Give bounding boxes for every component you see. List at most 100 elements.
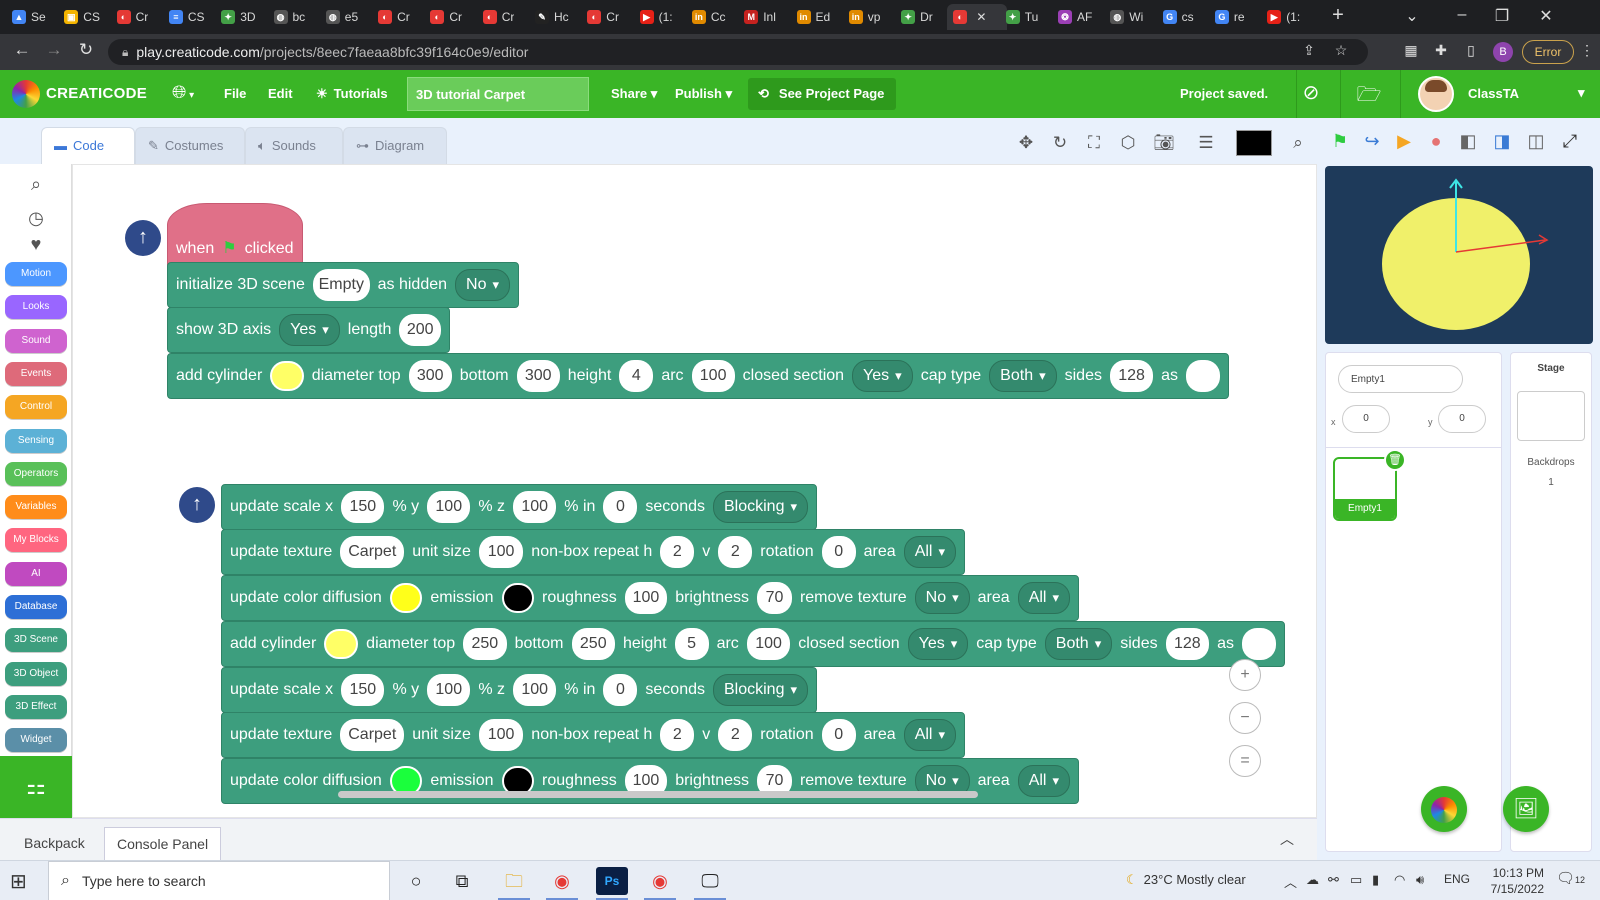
tray-cloud-icon[interactable]: ☁ — [1306, 872, 1319, 888]
backpack-tab[interactable]: Backpack — [12, 827, 97, 861]
bookmark-star-icon[interactable]: ☆ — [1330, 42, 1352, 59]
file-menu[interactable]: File — [224, 86, 246, 101]
diffusion-color-swatch[interactable] — [389, 583, 423, 613]
collapse-script-arrow-icon[interactable]: ↑ — [125, 220, 161, 256]
stop-icon[interactable]: ● — [1423, 128, 1449, 154]
category-widget[interactable]: Widget — [5, 728, 67, 753]
tab-costumes[interactable]: ✎ Costumes — [135, 127, 245, 164]
browser-tab[interactable]: ◐ Cr — [111, 4, 163, 30]
area-dropdown[interactable]: All — [1017, 582, 1070, 614]
scale-z-input[interactable]: 100 — [513, 491, 557, 523]
cap-type-dropdown[interactable]: Both — [1044, 628, 1113, 660]
as-name-input[interactable] — [1185, 360, 1220, 392]
category-motion[interactable]: Motion — [5, 262, 67, 286]
profile-avatar[interactable]: B — [1493, 42, 1513, 62]
fullscreen-icon[interactable]: ⤢ — [1557, 128, 1583, 154]
find-icon[interactable]: ⌕ — [1284, 129, 1312, 157]
tab-diagram[interactable]: ⊶ Diagram — [343, 127, 447, 164]
task-view-icon[interactable]: ⧉ — [446, 867, 478, 895]
forward-icon[interactable]: → — [42, 40, 66, 60]
scale-z-input[interactable]: 100 — [513, 674, 557, 706]
browser-tab[interactable]: ✦ 3D — [215, 4, 267, 30]
collapse-script-arrow-icon[interactable]: ↑ — [179, 487, 215, 523]
browser-tab[interactable]: M Inl — [738, 4, 790, 30]
normal-stage-icon[interactable]: ◨ — [1489, 128, 1515, 154]
browser-tab[interactable]: ◍ e5 — [320, 4, 372, 30]
minimize-icon[interactable]: – — [1450, 6, 1474, 24]
seconds-input[interactable]: 0 — [603, 491, 638, 523]
texture-name-input[interactable]: Carpet — [340, 719, 405, 751]
folder-icon[interactable]: 🗁︎ — [1354, 80, 1384, 108]
unit-size-input[interactable]: 100 — [478, 536, 524, 568]
taskbar-search-input[interactable]: ⌕ Type here to search — [48, 861, 390, 900]
zoom-reset-icon[interactable]: = — [1229, 745, 1261, 777]
category-ai[interactable]: AI — [5, 561, 67, 586]
category-control[interactable]: Control — [5, 395, 67, 420]
browser-tab[interactable]: ≡ CS — [163, 4, 215, 30]
close-window-icon[interactable]: ✕ — [1534, 6, 1558, 26]
share-arrow-icon[interactable]: ↪ — [1359, 128, 1385, 154]
height-input[interactable]: 5 — [674, 628, 709, 660]
volume-icon[interactable]: 🔊︎ — [1416, 872, 1424, 888]
share-menu[interactable]: Share ▾ — [611, 86, 657, 102]
update-scale-block[interactable]: update scale x 150 % y 100 % z 100 % in … — [221, 484, 817, 530]
browser-tab[interactable]: Gre — [1209, 4, 1261, 30]
browser-menu-icon[interactable]: ⋮ — [1576, 42, 1598, 59]
add-backdrop-icon[interactable]: 🖼︎ — [1503, 786, 1549, 832]
language-indicator[interactable]: ENG — [1444, 872, 1470, 886]
language-globe-icon[interactable]: 🌐︎ ▾ — [172, 82, 194, 103]
publish-menu[interactable]: Publish ▾ — [675, 86, 732, 102]
align-icon[interactable]: ☰ — [1192, 129, 1220, 157]
back-icon[interactable]: ← — [10, 40, 34, 60]
scale-y-input[interactable]: 100 — [427, 491, 471, 523]
closed-section-dropdown[interactable]: Yes — [852, 360, 913, 392]
diameter-top-input[interactable]: 250 — [463, 628, 507, 660]
green-flag-icon[interactable]: ⚑ — [1327, 128, 1353, 154]
arc-input[interactable]: 100 — [746, 628, 791, 660]
texture-name-input[interactable]: Carpet — [340, 536, 405, 568]
browser-tab[interactable]: ▶ (1: — [634, 4, 686, 30]
blocking-dropdown[interactable]: Blocking — [713, 491, 809, 523]
hidden-dropdown[interactable]: No — [455, 269, 510, 301]
chevron-up-icon[interactable]: ︿ — [1280, 829, 1294, 849]
browser-tab[interactable]: ▣ CS — [58, 4, 110, 30]
browser-tab[interactable]: ◐ Cr — [581, 4, 633, 30]
update-texture-block[interactable]: update texture Carpet unit size 100 non-… — [221, 712, 965, 758]
x-input[interactable]: 0 — [1342, 405, 1390, 433]
zoom-out-icon[interactable]: − — [1229, 702, 1261, 734]
browser-tab[interactable]: ◐ Cr — [372, 4, 424, 30]
windows-start-icon[interactable]: ⊞ — [10, 869, 27, 894]
update-texture-block[interactable]: update texture Carpet unit size 100 non-… — [221, 529, 965, 575]
url-field[interactable]: 🔒︎ play.creaticode.com/projects/8eec7fae… — [108, 39, 1368, 65]
emission-color-swatch[interactable] — [501, 583, 535, 613]
delete-sprite-icon[interactable]: 🗑︎ — [1384, 449, 1406, 471]
tray-display-icon[interactable]: ▭ — [1350, 872, 1362, 888]
axis-length-input[interactable]: 200 — [399, 314, 441, 346]
brightness-input[interactable]: 70 — [757, 582, 792, 614]
category-my-blocks[interactable]: My Blocks — [5, 528, 67, 553]
rotation-input[interactable]: 0 — [821, 536, 856, 568]
side-panel-icon[interactable]: ▯ — [1460, 42, 1482, 59]
category-looks[interactable]: Looks — [5, 295, 67, 320]
browser-tab[interactable]: ✦ Dr — [895, 4, 947, 30]
seconds-input[interactable]: 0 — [603, 674, 638, 706]
user-name[interactable]: ClassTA — [1468, 86, 1519, 101]
backdrop-thumbnail[interactable] — [1517, 391, 1585, 441]
restore-icon[interactable]: ❐ — [1490, 6, 1514, 26]
sides-input[interactable]: 128 — [1165, 628, 1210, 660]
area-dropdown[interactable]: All — [903, 536, 956, 568]
user-menu-chevron-icon[interactable]: ▾ — [1578, 85, 1585, 101]
cortana-circle-icon[interactable]: ○ — [400, 867, 432, 895]
repeat-h-input[interactable]: 2 — [660, 536, 695, 568]
sprite-name-field[interactable]: Empty1 — [1338, 365, 1463, 393]
scale-x-input[interactable]: 150 — [341, 674, 385, 706]
category-database[interactable]: Database — [5, 595, 67, 619]
rotation-input[interactable]: 0 — [821, 719, 856, 751]
horizontal-scrollbar[interactable] — [338, 791, 978, 798]
browser-tab[interactable]: ◐ Cr — [477, 4, 529, 30]
favorites-heart-icon[interactable]: ♥ — [22, 234, 50, 255]
update-color-diffusion-block[interactable]: update color diffusion emission roughnes… — [221, 575, 1079, 621]
category-3d-object[interactable]: 3D Object — [5, 661, 67, 686]
diameter-top-input[interactable]: 300 — [408, 360, 452, 392]
user-avatar[interactable] — [1418, 76, 1454, 112]
